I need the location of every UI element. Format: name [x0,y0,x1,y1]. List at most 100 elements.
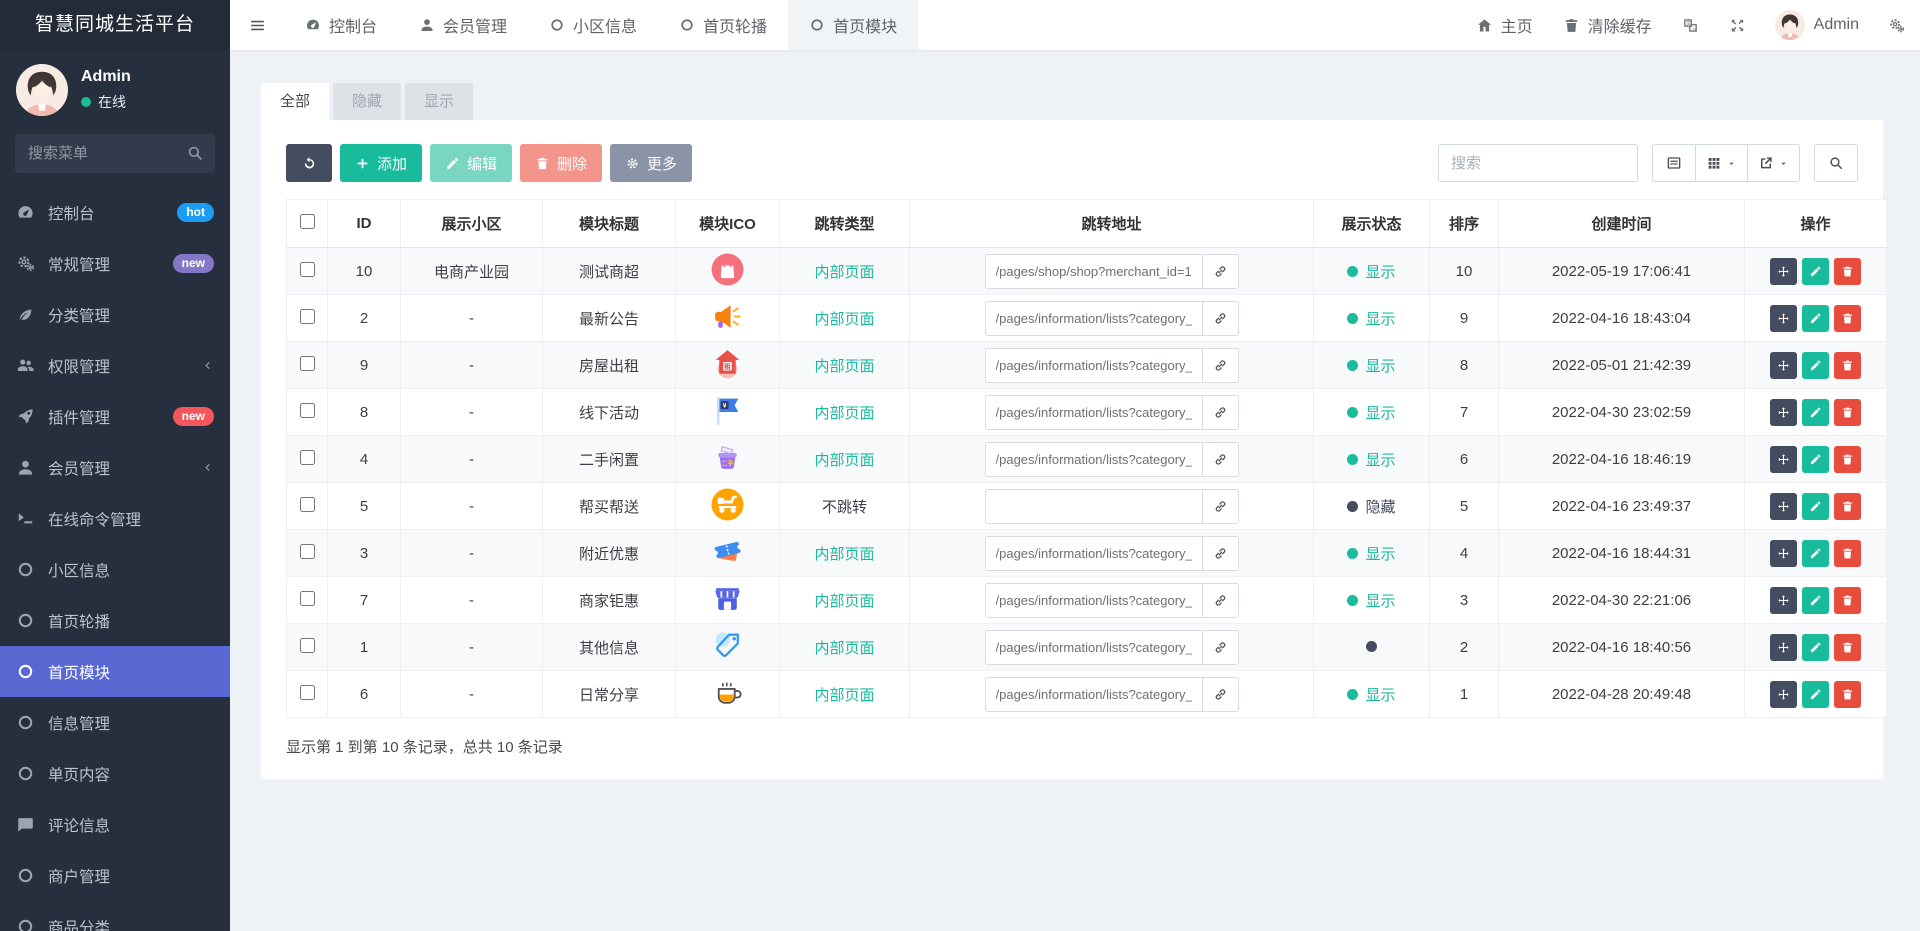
sidebar-item-常规管理[interactable]: 常规管理 new [0,238,230,289]
sidebar-item-小区信息[interactable]: 小区信息 [0,544,230,595]
link-button[interactable] [1201,300,1239,336]
select-all-checkbox[interactable] [299,214,315,229]
edit-row-button[interactable] [1802,539,1829,567]
delete-row-button[interactable] [1834,492,1861,520]
delete-row-button[interactable] [1834,586,1861,614]
filter-tab-全部[interactable]: 全部 [261,83,330,120]
move-row-button[interactable] [1770,586,1797,614]
jump-url-input[interactable] [984,629,1202,665]
edit-row-button[interactable] [1802,586,1829,614]
sidebar-item-信息管理[interactable]: 信息管理 [0,697,230,748]
row-checkbox[interactable] [299,449,315,465]
menu-search-input[interactable] [15,134,215,173]
jump-url-input[interactable] [984,394,1202,430]
edit-button[interactable]: 编辑 [430,144,513,182]
move-row-button[interactable] [1770,304,1797,332]
link-button[interactable] [1201,441,1239,477]
jump-url-input[interactable] [984,535,1202,571]
topbar-tab-首页轮播[interactable]: 首页轮播 [658,0,788,50]
home-link[interactable]: 主页 [1461,0,1548,50]
move-row-button[interactable] [1770,398,1797,426]
link-button[interactable] [1201,253,1239,289]
edit-row-button[interactable] [1802,398,1829,426]
delete-row-button[interactable] [1834,257,1861,285]
row-checkbox[interactable] [299,308,315,324]
edit-row-button[interactable] [1802,492,1829,520]
edit-row-button[interactable] [1802,445,1829,473]
jump-url-input[interactable] [984,676,1202,712]
sidebar-item-插件管理[interactable]: 插件管理 new [0,391,230,442]
table-search-input[interactable] [1438,144,1638,182]
refresh-button[interactable] [286,144,332,182]
jump-url-input[interactable] [984,488,1202,524]
delete-button[interactable]: 删除 [520,144,603,182]
link-button[interactable] [1201,629,1239,665]
edit-row-button[interactable] [1802,351,1829,379]
link-button[interactable] [1201,582,1239,618]
delete-row-button[interactable] [1834,445,1861,473]
export-button[interactable] [1747,144,1800,182]
sidebar-item-首页模块[interactable]: 首页模块 [0,646,230,697]
edit-row-button[interactable] [1802,633,1829,661]
more-button[interactable]: 更多 [610,144,693,182]
topbar-tab-小区信息[interactable]: 小区信息 [528,0,658,50]
jump-url-input[interactable] [984,441,1202,477]
delete-row-button[interactable] [1834,351,1861,379]
fullscreen-button[interactable] [1714,0,1761,50]
link-button[interactable] [1201,394,1239,430]
row-checkbox[interactable] [299,543,315,559]
move-row-button[interactable] [1770,351,1797,379]
jump-url-input[interactable] [984,253,1202,289]
detail-view-button[interactable] [1652,144,1696,182]
row-checkbox[interactable] [299,402,315,418]
delete-row-button[interactable] [1834,539,1861,567]
hamburger-button[interactable] [230,0,284,50]
sidebar-item-商品分类[interactable]: 商品分类 [0,901,230,931]
move-row-button[interactable] [1770,492,1797,520]
sidebar-item-权限管理[interactable]: 权限管理 [0,340,230,391]
row-checkbox[interactable] [299,261,315,277]
delete-row-button[interactable] [1834,633,1861,661]
sidebar-item-控制台[interactable]: 控制台 hot [0,187,230,238]
topbar-tab-首页模块[interactable]: 首页模块 [788,0,919,50]
row-checkbox[interactable] [299,496,315,512]
jump-url-input[interactable] [984,300,1202,336]
edit-row-button[interactable] [1802,304,1829,332]
settings-button[interactable] [1873,0,1920,50]
jump-url-input[interactable] [984,347,1202,383]
row-checkbox[interactable] [299,637,315,653]
search-submit-button[interactable] [1814,144,1858,182]
filter-tab-隐藏[interactable]: 隐藏 [333,83,402,120]
move-row-button[interactable] [1770,633,1797,661]
move-row-button[interactable] [1770,257,1797,285]
filter-tab-显示[interactable]: 显示 [405,83,474,120]
edit-row-button[interactable] [1802,257,1829,285]
topbar-tab-会员管理[interactable]: 会员管理 [398,0,528,50]
user-menu[interactable]: Admin [1761,10,1873,40]
sidebar-item-评论信息[interactable]: 评论信息 [0,799,230,850]
move-row-button[interactable] [1770,539,1797,567]
row-checkbox[interactable] [299,684,315,700]
row-checkbox[interactable] [299,590,315,606]
delete-row-button[interactable] [1834,304,1861,332]
jump-url-input[interactable] [984,582,1202,618]
sidebar-item-单页内容[interactable]: 单页内容 [0,748,230,799]
link-button[interactable] [1201,488,1239,524]
columns-button[interactable] [1695,144,1748,182]
topbar-tab-控制台[interactable]: 控制台 [284,0,398,50]
move-row-button[interactable] [1770,445,1797,473]
link-button[interactable] [1201,535,1239,571]
link-button[interactable] [1201,676,1239,712]
move-row-button[interactable] [1770,680,1797,708]
add-button[interactable]: 添加 [340,144,423,182]
sidebar-item-首页轮播[interactable]: 首页轮播 [0,595,230,646]
link-button[interactable] [1201,347,1239,383]
sidebar-item-商户管理[interactable]: 商户管理 [0,850,230,901]
edit-row-button[interactable] [1802,680,1829,708]
sidebar-item-会员管理[interactable]: 会员管理 [0,442,230,493]
sidebar-item-分类管理[interactable]: 分类管理 [0,289,230,340]
delete-row-button[interactable] [1834,398,1861,426]
sidebar-item-在线命令管理[interactable]: 在线命令管理 [0,493,230,544]
row-checkbox[interactable] [299,355,315,371]
translate-button[interactable]: 文A [1667,0,1714,50]
